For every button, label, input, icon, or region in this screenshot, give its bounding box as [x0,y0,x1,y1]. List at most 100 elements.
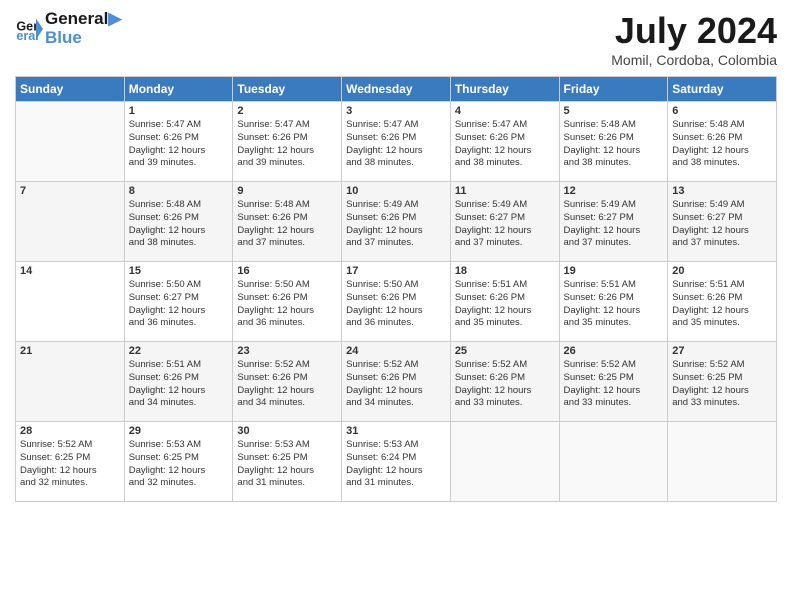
day-number: 23 [237,345,337,357]
day-number: 27 [672,345,772,357]
calendar-cell: 27 Sunrise: 5:52 AM Sunset: 6:25 PM Dayli… [668,342,777,422]
day-info: Sunrise: 5:52 AM Sunset: 6:26 PM Dayligh… [346,359,446,410]
calendar-cell: 13 Sunrise: 5:49 AM Sunset: 6:27 PM Dayli… [668,182,777,262]
day-number: 29 [129,425,229,437]
calendar-cell: 16 Sunrise: 5:50 AM Sunset: 6:26 PM Dayli… [233,262,342,342]
calendar-week-4: 21 22 Sunrise: 5:51 AM Sunset: 6:26 PM Day… [16,342,777,422]
day-number: 1 [129,105,229,117]
calendar-cell: 17Sunrise: 5:50 AM Sunset: 6:26 PM Dayli… [342,262,451,342]
day-info: Sunrise: 5:51 AM Sunset: 6:26 PM Dayligh… [564,279,664,330]
calendar-cell: 29 Sunrise: 5:53 AM Sunset: 6:25 PM Dayli… [124,422,233,502]
logo-icon: Gen eral [15,15,43,43]
day-number: 18 [455,265,555,277]
svg-text:eral: eral [16,29,38,43]
calendar-cell: 5 Sunrise: 5:48 AM Sunset: 6:26 PM Daylig… [559,102,668,182]
day-info: Sunrise: 5:48 AM Sunset: 6:26 PM Dayligh… [672,119,772,170]
day-number: 15 [129,265,229,277]
calendar-week-5: 28Sunrise: 5:52 AM Sunset: 6:25 PM Dayli… [16,422,777,502]
day-info: Sunrise: 5:47 AM Sunset: 6:26 PM Dayligh… [129,119,229,170]
day-info: Sunrise: 5:51 AM Sunset: 6:26 PM Dayligh… [672,279,772,330]
day-info: Sunrise: 5:49 AM Sunset: 6:27 PM Dayligh… [564,199,664,250]
calendar-cell [450,422,559,502]
calendar-cell: 8 Sunrise: 5:48 AM Sunset: 6:26 PM Daylig… [124,182,233,262]
calendar-body: 1 Sunrise: 5:47 AM Sunset: 6:26 PM Daylig… [16,102,777,502]
day-number: 6 [672,105,772,117]
calendar-cell: 1 Sunrise: 5:47 AM Sunset: 6:26 PM Daylig… [124,102,233,182]
day-info: Sunrise: 5:51 AM Sunset: 6:26 PM Dayligh… [129,359,229,410]
day-info: Sunrise: 5:49 AM Sunset: 6:26 PM Dayligh… [346,199,446,250]
day-number: 16 [237,265,337,277]
day-info: Sunrise: 5:52 AM Sunset: 6:25 PM Dayligh… [20,439,120,490]
day-number: 5 [564,105,664,117]
day-info: Sunrise: 5:53 AM Sunset: 6:24 PM Dayligh… [346,439,446,490]
day-number: 9 [237,185,337,197]
page-container: Gen eral General▶ Blue July 2024 Momil, … [0,0,792,512]
location: Momil, Cordoba, Colombia [611,52,777,68]
day-number: 20 [672,265,772,277]
calendar-header-row: SundayMondayTuesdayWednesdayThursdayFrid… [16,77,777,102]
day-info: Sunrise: 5:48 AM Sunset: 6:26 PM Dayligh… [564,119,664,170]
calendar-week-3: 14 15 Sunrise: 5:50 AM Sunset: 6:27 PM Day… [16,262,777,342]
calendar-week-2: 78 Sunrise: 5:48 AM Sunset: 6:26 PM Dayli… [16,182,777,262]
calendar-cell: 21 [16,342,125,422]
day-number: 21 [20,345,120,357]
calendar-cell: 15 Sunrise: 5:50 AM Sunset: 6:27 PM Dayli… [124,262,233,342]
day-info: Sunrise: 5:48 AM Sunset: 6:26 PM Dayligh… [129,199,229,250]
day-header-saturday: Saturday [668,77,777,102]
day-header-thursday: Thursday [450,77,559,102]
calendar-cell: 30 Sunrise: 5:53 AM Sunset: 6:25 PM Dayli… [233,422,342,502]
day-number: 12 [564,185,664,197]
day-info: Sunrise: 5:52 AM Sunset: 6:25 PM Dayligh… [672,359,772,410]
calendar-cell: 12 Sunrise: 5:49 AM Sunset: 6:27 PM Dayli… [559,182,668,262]
day-number: 31 [346,425,446,437]
day-header-monday: Monday [124,77,233,102]
day-number: 14 [20,265,120,277]
page-header: Gen eral General▶ Blue July 2024 Momil, … [15,10,777,68]
calendar-cell: 7 [16,182,125,262]
calendar-cell: 24Sunrise: 5:52 AM Sunset: 6:26 PM Dayli… [342,342,451,422]
logo: Gen eral General▶ Blue [15,10,121,47]
day-info: Sunrise: 5:49 AM Sunset: 6:27 PM Dayligh… [672,199,772,250]
title-block: July 2024 Momil, Cordoba, Colombia [611,10,777,68]
day-number: 30 [237,425,337,437]
calendar-cell: 31 Sunrise: 5:53 AM Sunset: 6:24 PM Dayli… [342,422,451,502]
day-info: Sunrise: 5:50 AM Sunset: 6:26 PM Dayligh… [237,279,337,330]
calendar-cell: 25 Sunrise: 5:52 AM Sunset: 6:26 PM Dayli… [450,342,559,422]
day-info: Sunrise: 5:53 AM Sunset: 6:25 PM Dayligh… [237,439,337,490]
calendar-cell: 11 Sunrise: 5:49 AM Sunset: 6:27 PM Dayli… [450,182,559,262]
calendar-cell: 18Sunrise: 5:51 AM Sunset: 6:26 PM Dayli… [450,262,559,342]
day-number: 22 [129,345,229,357]
day-info: Sunrise: 5:47 AM Sunset: 6:26 PM Dayligh… [455,119,555,170]
month-title: July 2024 [611,10,777,52]
day-number: 4 [455,105,555,117]
calendar-cell [559,422,668,502]
calendar-cell [16,102,125,182]
day-info: Sunrise: 5:47 AM Sunset: 6:26 PM Dayligh… [237,119,337,170]
day-number: 19 [564,265,664,277]
day-number: 2 [237,105,337,117]
day-number: 25 [455,345,555,357]
calendar-cell: 2 Sunrise: 5:47 AM Sunset: 6:26 PM Daylig… [233,102,342,182]
day-info: Sunrise: 5:52 AM Sunset: 6:26 PM Dayligh… [237,359,337,410]
day-info: Sunrise: 5:53 AM Sunset: 6:25 PM Dayligh… [129,439,229,490]
day-number: 11 [455,185,555,197]
day-info: Sunrise: 5:49 AM Sunset: 6:27 PM Dayligh… [455,199,555,250]
calendar-cell: 23 Sunrise: 5:52 AM Sunset: 6:26 PM Dayli… [233,342,342,422]
calendar-cell: 6 Sunrise: 5:48 AM Sunset: 6:26 PM Daylig… [668,102,777,182]
day-info: Sunrise: 5:48 AM Sunset: 6:26 PM Dayligh… [237,199,337,250]
day-number: 3 [346,105,446,117]
calendar-cell [668,422,777,502]
day-info: Sunrise: 5:50 AM Sunset: 6:27 PM Dayligh… [129,279,229,330]
day-number: 8 [129,185,229,197]
logo-text: General▶ Blue [45,10,121,47]
day-info: Sunrise: 5:47 AM Sunset: 6:26 PM Dayligh… [346,119,446,170]
calendar-cell: 26Sunrise: 5:52 AM Sunset: 6:25 PM Dayli… [559,342,668,422]
day-number: 26 [564,345,664,357]
day-number: 13 [672,185,772,197]
calendar-cell: 19 Sunrise: 5:51 AM Sunset: 6:26 PM Dayli… [559,262,668,342]
day-header-wednesday: Wednesday [342,77,451,102]
calendar-table: SundayMondayTuesdayWednesdayThursdayFrid… [15,76,777,502]
day-info: Sunrise: 5:52 AM Sunset: 6:26 PM Dayligh… [455,359,555,410]
calendar-cell: 22 Sunrise: 5:51 AM Sunset: 6:26 PM Dayli… [124,342,233,422]
day-info: Sunrise: 5:50 AM Sunset: 6:26 PM Dayligh… [346,279,446,330]
